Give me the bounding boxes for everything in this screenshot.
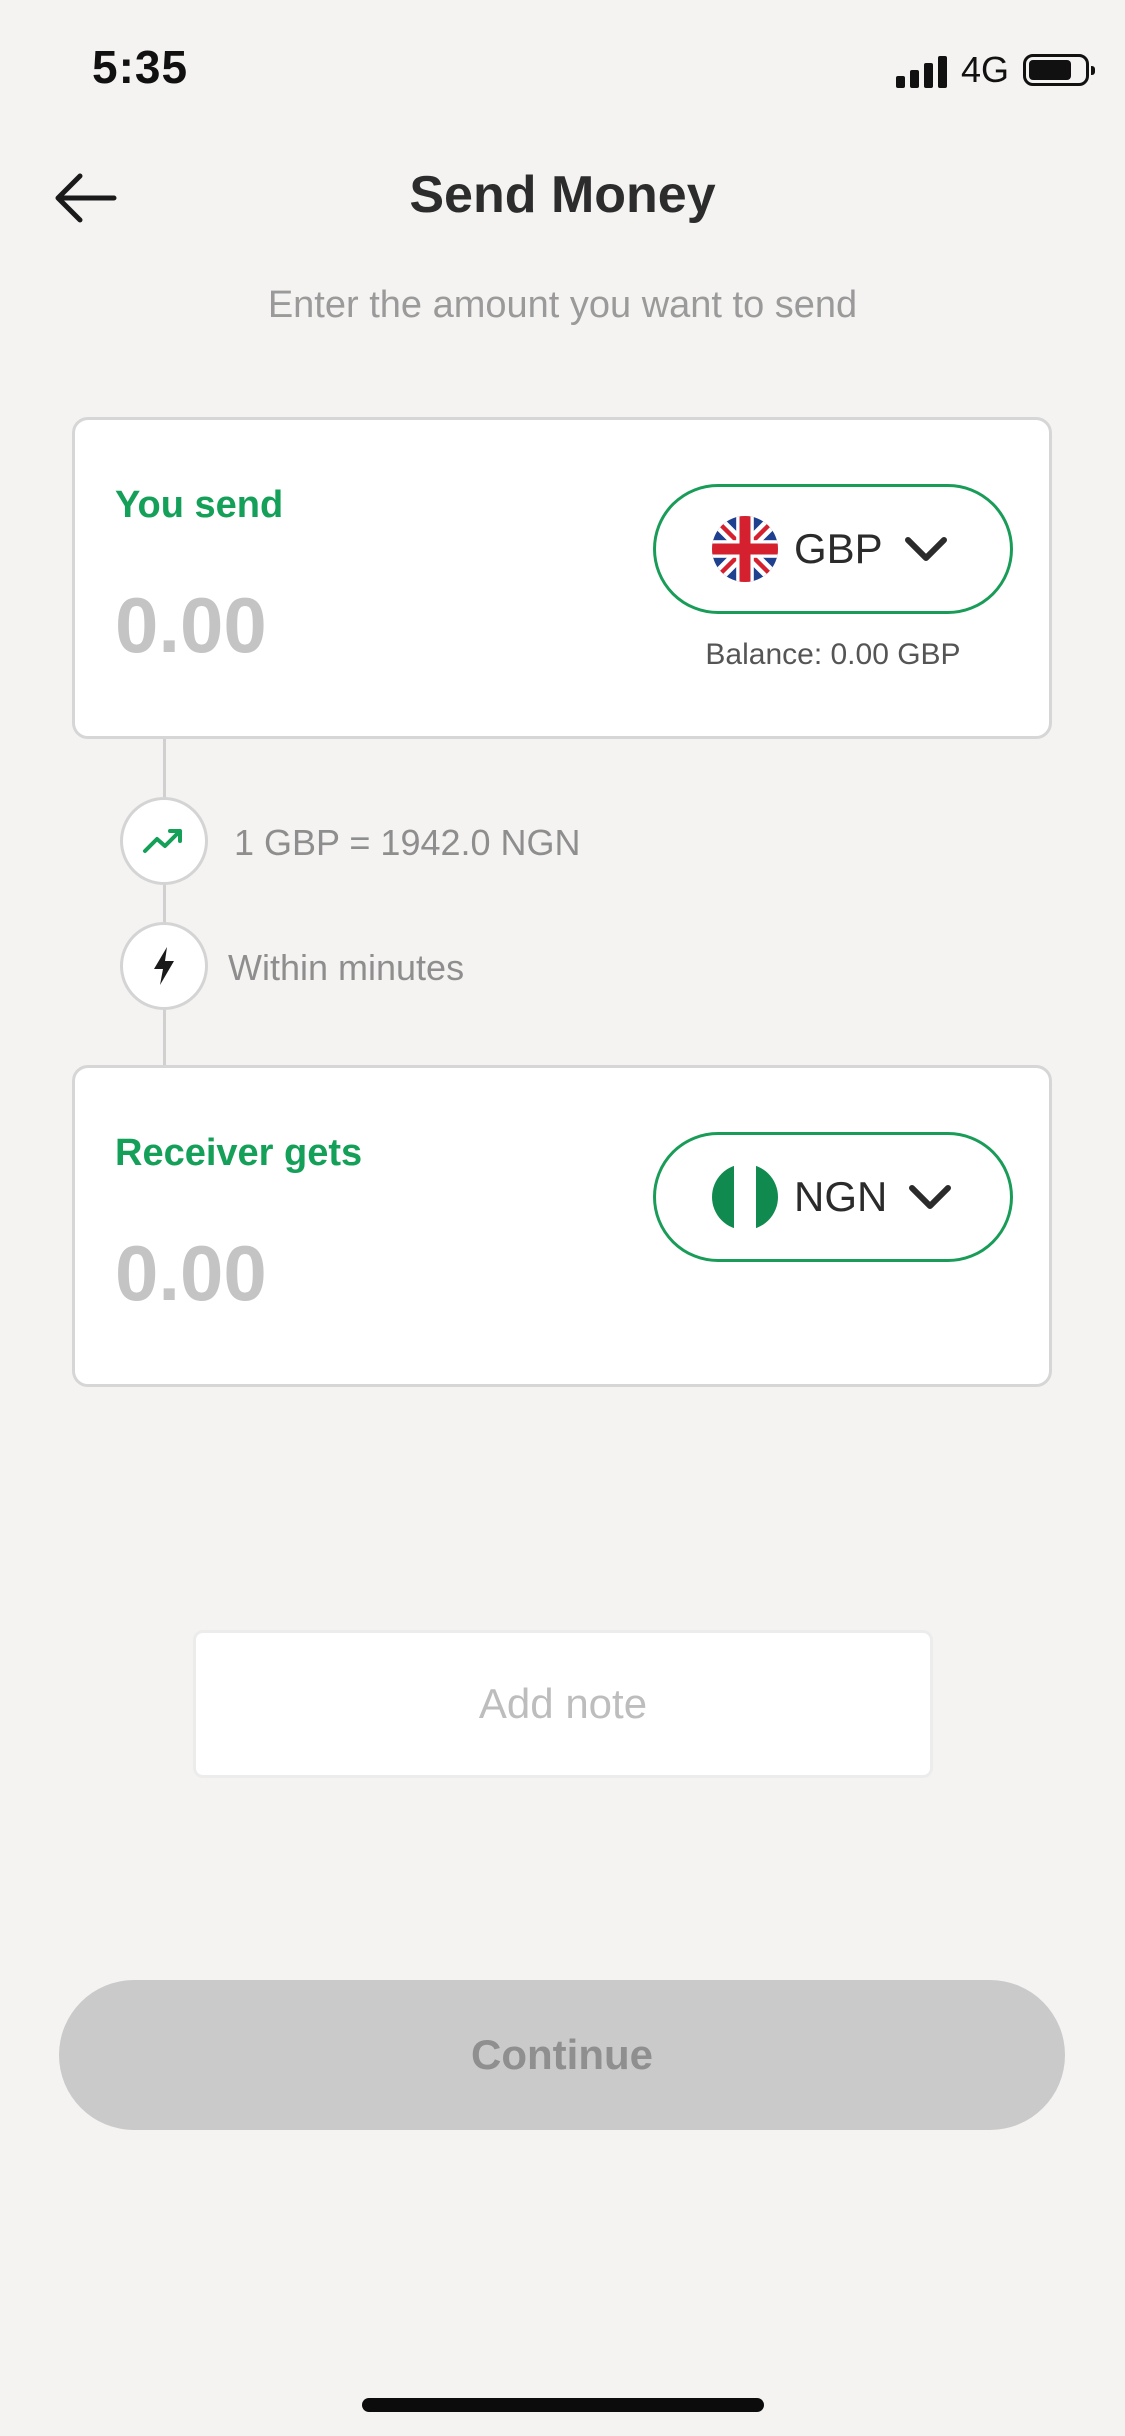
status-time: 5:35 (92, 41, 189, 93)
speed-icon-circle (120, 922, 208, 1010)
chevron-down-icon (909, 1185, 952, 1209)
uk-flag-icon (712, 516, 778, 582)
home-indicator (362, 2398, 764, 2412)
send-balance: Balance: 0.00 GBP (705, 638, 961, 671)
chevron-down-icon (904, 537, 947, 561)
trending-up-icon (143, 829, 182, 853)
nigeria-flag-icon (712, 1164, 778, 1230)
send-amount-card: You send 0.00 GBP Balance: 0.00 GBP (72, 417, 1052, 739)
send-amount-input[interactable]: 0.00 (115, 580, 267, 671)
receive-currency-selector[interactable]: NGN (653, 1132, 1013, 1262)
receive-amount-input[interactable]: 0.00 (115, 1228, 267, 1319)
lightning-icon (154, 947, 174, 985)
signal-icon (895, 52, 947, 88)
rate-icon-circle (120, 797, 208, 885)
receive-currency-code: NGN (794, 1173, 888, 1220)
receive-label: Receiver gets (115, 1132, 363, 1174)
page-title: Send Money (409, 166, 716, 224)
exchange-rate-text: 1 GBP = 1942.0 NGN (234, 822, 581, 863)
receive-amount-card: Receiver gets 0.00 NGN (72, 1065, 1052, 1387)
battery-icon (1023, 54, 1095, 86)
send-label: You send (115, 484, 284, 526)
add-note-input[interactable]: Add note (193, 1630, 933, 1778)
network-type: 4G (960, 49, 1009, 90)
connector-line (163, 739, 166, 1065)
delivery-speed-text: Within minutes (228, 947, 465, 988)
continue-button[interactable]: Continue (59, 1980, 1065, 2130)
send-currency-code: GBP (794, 525, 883, 572)
page-subtitle: Enter the amount you want to send (267, 284, 858, 326)
send-currency-selector[interactable]: GBP (653, 484, 1013, 614)
status-indicators: 4G (895, 48, 1095, 92)
